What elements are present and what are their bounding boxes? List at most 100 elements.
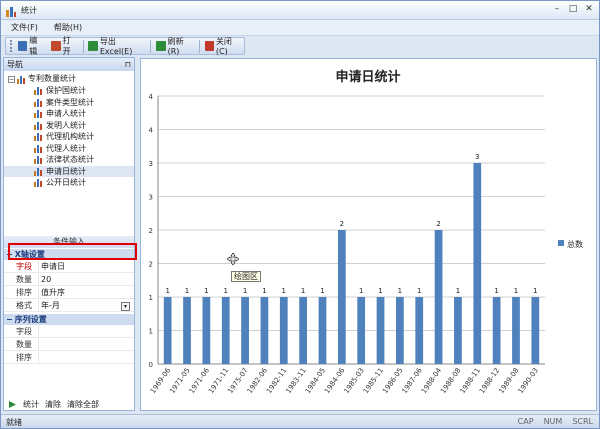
- open-button[interactable]: 打开: [49, 39, 79, 54]
- data-label: 1: [204, 287, 208, 295]
- series-section[interactable]: − 序列设置: [4, 314, 134, 325]
- series-field-value[interactable]: [38, 326, 134, 337]
- data-label: 1: [378, 287, 382, 295]
- x-format-name: 格式: [4, 300, 38, 311]
- bar-chart-icon: [34, 109, 43, 118]
- edit-icon: [18, 41, 27, 51]
- chart-title: 申请日统计: [335, 69, 400, 85]
- tree-item-label: 代理人统计: [46, 143, 86, 155]
- x-sort-row[interactable]: 排序 值升序: [4, 287, 134, 299]
- chart-bar: [396, 297, 404, 364]
- menu-file[interactable]: 文件(F): [11, 22, 38, 33]
- tree-item-label: 代理机构统计: [46, 131, 94, 143]
- bar-chart-icon: [34, 167, 43, 176]
- bar-chart-icon: [34, 132, 43, 141]
- series-sort-value[interactable]: [38, 352, 134, 363]
- chart-bar: [338, 230, 346, 364]
- dropdown-arrow-icon[interactable]: ▾: [121, 302, 130, 311]
- close-icon: [205, 41, 214, 51]
- x-field-value[interactable]: 申请日: [38, 261, 134, 272]
- run-icon: [8, 400, 17, 409]
- chart-panel: 申请日统计01122334411969-0611971-0511971-0611…: [140, 58, 597, 411]
- chart-bar: [435, 230, 443, 364]
- edit-button[interactable]: 编辑: [16, 39, 46, 54]
- tree-item[interactable]: 代理机构统计: [4, 131, 134, 143]
- x-format-select[interactable]: 年-月: [38, 300, 134, 311]
- open-label: 打开: [63, 35, 78, 57]
- series-count-row[interactable]: 数量: [4, 339, 134, 351]
- tree-item[interactable]: 申请人统计: [4, 108, 134, 120]
- series-count-value[interactable]: [38, 339, 134, 350]
- window-title: 统计: [21, 5, 37, 16]
- close-button[interactable]: 关闭(C): [203, 39, 244, 54]
- edit-label: 编辑: [29, 35, 44, 57]
- format-highlight-box: [8, 243, 137, 260]
- series-count-name: 数量: [4, 339, 38, 350]
- toolbar-separator: [199, 40, 200, 53]
- app-window: 统计 – □ ✕ 文件(F) 帮助(H) 编辑 打开 导出Excel(E) 刷新…: [0, 0, 600, 429]
- x-field-row[interactable]: 字段 申请日: [4, 261, 134, 273]
- refresh-button[interactable]: 刷新(R): [154, 39, 195, 54]
- tree-item-label: 发明人统计: [46, 120, 86, 132]
- chart-bar: [377, 297, 385, 364]
- y-tick-label: 3: [149, 160, 153, 168]
- y-tick-label: 0: [149, 361, 153, 369]
- app-chart-icon: [5, 5, 17, 17]
- tree-item[interactable]: 保护国统计: [4, 85, 134, 97]
- tree-item[interactable]: 发明人统计: [4, 120, 134, 132]
- x-count-value[interactable]: 20: [38, 274, 134, 285]
- menu-help[interactable]: 帮助(H): [54, 22, 82, 33]
- refresh-icon: [156, 41, 165, 51]
- chart-bar: [203, 297, 211, 364]
- toolbar-grip[interactable]: [10, 40, 13, 52]
- data-label: 1: [223, 287, 227, 295]
- navigation-panel: 导航 ⊓ − 专利数量统计 保护国统计案件类型统计申请人统计发明人统计代理机构统…: [3, 57, 135, 411]
- tree-root[interactable]: − 专利数量统计: [4, 73, 134, 85]
- tree-item[interactable]: 案件类型统计: [4, 97, 134, 109]
- pin-icon[interactable]: ⊓: [125, 58, 131, 71]
- minimize-button[interactable]: –: [551, 4, 563, 16]
- legend-label: 总数: [567, 239, 583, 249]
- series-section-label: 序列设置: [15, 314, 47, 325]
- tree-item[interactable]: 法律状态统计: [4, 154, 134, 166]
- x-format-row[interactable]: 格式 年-月 ▾: [4, 300, 134, 312]
- clear-all-button[interactable]: 清除全部: [67, 399, 99, 410]
- y-tick-label: 4: [149, 127, 154, 135]
- tree-item-label: 法律状态统计: [46, 154, 94, 166]
- toolbar: 编辑 打开 导出Excel(E) 刷新(R) 关闭(C): [5, 37, 245, 55]
- tree-item[interactable]: 公开日统计: [4, 177, 134, 189]
- x-count-row[interactable]: 数量 20: [4, 274, 134, 286]
- tree-item-label: 案件类型统计: [46, 97, 94, 109]
- tree-item-label: 申请人统计: [46, 108, 86, 120]
- clear-button[interactable]: 清除: [45, 399, 61, 410]
- tree-item[interactable]: 代理人统计: [4, 143, 134, 155]
- data-label: 1: [243, 287, 247, 295]
- data-label: 1: [417, 287, 421, 295]
- y-tick-label: 1: [149, 294, 153, 302]
- restore-button[interactable]: □: [567, 4, 579, 16]
- title-bar: 统计 – □ ✕: [1, 1, 599, 20]
- y-tick-label: 2: [149, 227, 153, 235]
- toolbar-separator: [150, 40, 151, 53]
- export-excel-button[interactable]: 导出Excel(E): [86, 39, 147, 54]
- close-window-button[interactable]: ✕: [583, 4, 595, 16]
- collapse-icon[interactable]: −: [8, 76, 15, 83]
- data-label: 1: [494, 287, 498, 295]
- run-stats-button[interactable]: 统计: [23, 399, 39, 410]
- chart-bar: [164, 297, 172, 364]
- section-toggle-icon[interactable]: −: [6, 314, 13, 325]
- chart-bar: [261, 297, 269, 364]
- data-label: 1: [398, 287, 402, 295]
- plot-area-tooltip: 绘图区: [231, 271, 261, 282]
- x-sort-name: 排序: [4, 287, 38, 298]
- chart-bar: [222, 297, 230, 364]
- data-label: 1: [359, 287, 363, 295]
- toolbar-separator: [83, 40, 84, 53]
- x-sort-value[interactable]: 值升序: [38, 287, 134, 298]
- series-sort-row[interactable]: 排序: [4, 352, 134, 364]
- chart-bar: [299, 297, 307, 364]
- tree-item[interactable]: 申请日统计: [4, 166, 134, 178]
- chart-bar: [183, 297, 191, 364]
- series-field-row[interactable]: 字段: [4, 326, 134, 338]
- bar-chart: 申请日统计01122334411969-0611971-0511971-0611…: [141, 59, 596, 410]
